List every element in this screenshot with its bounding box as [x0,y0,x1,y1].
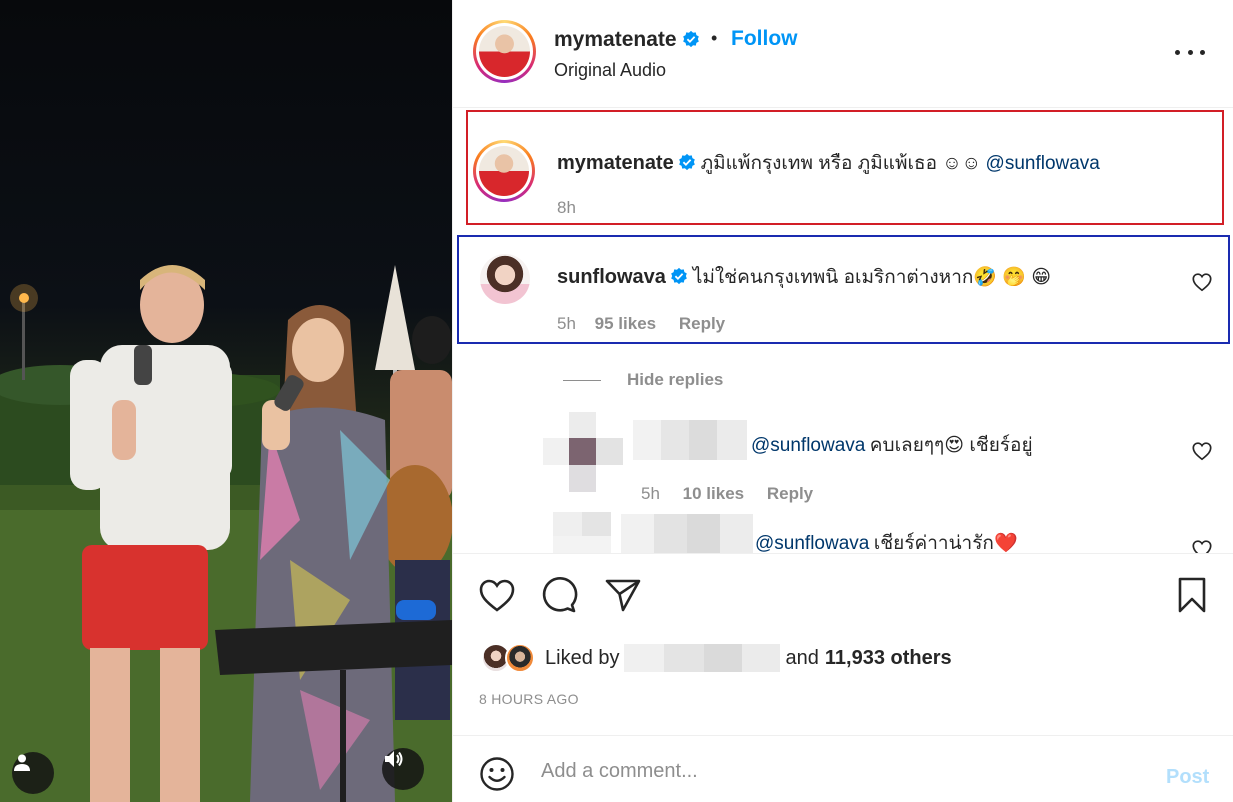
reply-1-body: @sunflowava คบเลยๆๆ😍 เชียร์อยู่ [751,430,1033,460]
more-horizontal-icon [1175,49,1180,55]
verified-badge-icon [679,153,696,171]
bookmark-icon[interactable] [1172,575,1212,615]
replies-divider-line [563,379,601,381]
caption-mention-link[interactable]: @sunflowava [986,153,1100,174]
emoji-smile-icon[interactable] [479,756,515,792]
reply-1-like-heart-icon[interactable] [1191,440,1213,462]
comments-list[interactable]: mymatenate ภูมิแพ้กรุงเทพ หรือ ภูมิแพ้เธ… [453,108,1233,554]
audio-label[interactable]: Original Audio [554,60,666,81]
video-frame-illustration [0,265,452,802]
comment-text: ไม่ใช่คนกรุงเทพนิ อเมริกาต่างหาก🤣 🤭 😁 [692,267,1052,288]
avatar-image [479,146,529,196]
follow-button[interactable]: Follow [731,27,798,51]
paper-plane-icon[interactable] [603,575,643,615]
liked-by-others-link[interactable]: 11,933 others [825,647,952,670]
reply-2-mention-link[interactable]: @sunflowava [755,533,869,553]
post-comment-button[interactable]: Post [1166,766,1209,789]
hide-replies-label[interactable]: Hide replies [627,370,723,390]
tagged-users-button[interactable] [12,752,54,794]
speaker-icon [385,751,403,767]
comment-input[interactable] [541,756,1131,786]
reply-1-timestamp[interactable]: 5h [641,484,660,503]
post-time-ago[interactable]: 8 HOURS AGO [479,691,579,707]
reply-1-likes-count[interactable]: 10 likes [683,484,744,503]
commenter-avatar[interactable] [480,254,530,304]
liker-username-blurred[interactable] [623,644,780,672]
comment-username[interactable]: sunflowava [557,266,666,288]
post-header: mymatenate • Follow Original Audio [453,0,1233,108]
reply-username-blurred[interactable] [633,420,747,460]
comment-meta: 5h 95 likes Reply [557,314,725,334]
post-actions: Liked by and 11,933 others 8 HOURS AGO [453,555,1233,735]
caption-timestamp[interactable]: 8h [557,198,576,218]
comment-bubble-icon[interactable] [539,575,579,615]
add-comment-bar: Post [453,735,1233,802]
liked-by-avatars[interactable] [481,641,543,675]
caption-author-avatar[interactable] [473,140,535,202]
author-username[interactable]: mymatenate [554,28,700,52]
reply-avatar-pixelated[interactable] [543,412,623,492]
author-avatar[interactable] [473,20,536,83]
liked-by-and: and [785,646,819,669]
liker-avatar [505,643,535,673]
more-options-button[interactable] [1175,40,1205,64]
post-media-video[interactable] [0,0,452,802]
liked-by-prefix: Liked by [545,646,620,669]
verified-badge-icon [683,30,700,48]
reply-1-meta: 5h 10 likes Reply [641,484,813,504]
caption-body: mymatenate ภูมิแพ้กรุงเทพ หรือ ภูมิแพ้เธ… [557,148,1217,178]
reply-2-like-heart-icon[interactable] [1191,538,1213,554]
comment-likes-count[interactable]: 95 likes [595,314,656,333]
reply-2-username-blurred[interactable] [621,514,753,553]
caption-text: ภูมิแพ้กรุงเทพ หรือ ภูมิแพ้เธอ ☺☺ [700,153,982,174]
reply-1-text: คบเลยๆๆ😍 เชียร์อยู่ [869,435,1033,456]
header-separator: • [711,28,718,48]
toggle-sound-button[interactable] [382,748,424,790]
reply-2-body: @sunflowava เชียร์ค่าาน่ารัก❤️ [755,528,1018,554]
post-detail-panel: mymatenate • Follow Original Audio mymat… [452,0,1233,802]
avatar-image [479,26,530,77]
reply-2-avatar-pixelated[interactable] [553,512,611,553]
caption-username[interactable]: mymatenate [557,152,674,174]
comment-timestamp[interactable]: 5h [557,314,576,333]
liked-by-row: Liked by and 11,933 others [481,641,1221,675]
comment-body: sunflowava ไม่ใช่คนกรุงเทพนิ อเมริกาต่าง… [557,262,1177,292]
reply-1-mention-link[interactable]: @sunflowava [751,435,865,456]
user-tag-icon [14,754,30,771]
comment-reply-button[interactable]: Reply [679,314,725,333]
heart-icon[interactable] [477,575,517,615]
reply-2-text: เชียร์ค่าาน่ารัก❤️ [873,533,1018,554]
author-username-text[interactable]: mymatenate [554,28,677,51]
comment-like-heart-icon[interactable] [1191,271,1213,293]
hide-replies-toggle[interactable]: Hide replies [563,370,723,390]
verified-badge-icon [671,267,688,285]
reply-1-reply-button[interactable]: Reply [767,484,813,503]
